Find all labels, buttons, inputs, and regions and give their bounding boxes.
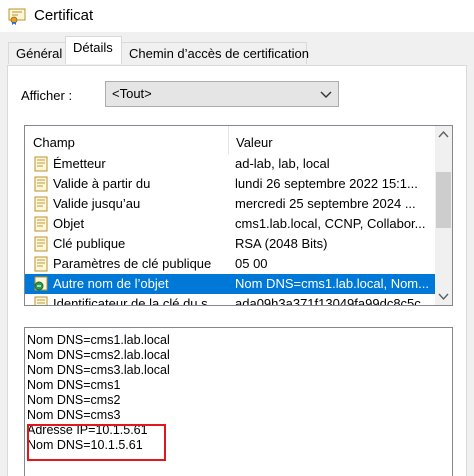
show-label: Afficher :: [21, 88, 73, 103]
row-value: Nom DNS=cms1.lab.local, Nom...: [235, 276, 429, 291]
row-value: RSA (2048 Bits): [235, 236, 328, 251]
scroll-down-icon[interactable]: [435, 288, 452, 305]
row-field: Objet: [53, 216, 85, 231]
row-value: cms1.lab.local, CCNP, Collabor...: [235, 216, 426, 231]
tab-details-label: Détails: [73, 40, 113, 55]
list-row[interactable]: Autre nom de l’objet Nom DNS=cms1.lab.loc…: [25, 274, 435, 294]
list-header: Champ Valeur: [25, 126, 435, 154]
extension-icon: [34, 276, 48, 291]
detail-line: Nom DNS=cms3.lab.local: [27, 363, 170, 377]
detail-line: Nom DNS=cms3: [27, 408, 121, 422]
tab-certification-path-label: Chemin d’accès de certification: [129, 46, 309, 61]
show-select-value: <Tout>: [112, 86, 152, 101]
scroll-up-icon[interactable]: [435, 126, 452, 143]
list-row[interactable]: Émetteur ad-lab, lab, local: [25, 154, 435, 174]
list-row[interactable]: Clé publique RSA (2048 Bits): [25, 234, 435, 254]
row-value: 05 00: [235, 256, 268, 271]
window-title: Certificat: [34, 7, 94, 24]
details-panel: Afficher : <Tout> Champ Valeur Émetteur a…: [7, 65, 467, 476]
list-row[interactable]: Identificateur de la clé du s... ada09h3a…: [25, 294, 435, 306]
scroll-thumb[interactable]: [436, 172, 451, 228]
detail-line: Nom DNS=cms1.lab.local: [27, 333, 170, 347]
chevron-down-icon: [320, 91, 332, 98]
tab-certification-path[interactable]: Chemin d’accès de certification: [121, 42, 309, 64]
show-select[interactable]: <Tout>: [105, 81, 339, 107]
tab-details[interactable]: Détails: [65, 36, 122, 64]
row-field: Émetteur: [53, 156, 106, 171]
row-value: mercredi 25 septembre 2024 ...: [235, 196, 416, 211]
title-bar: Certificat: [0, 0, 474, 32]
certificate-field-icon: [34, 296, 48, 305]
row-field: Identificateur de la clé du s...: [53, 296, 219, 306]
tab-strip: Général Détails Chemin d’accès de certif…: [0, 32, 474, 66]
certificate-field-icon: [34, 156, 48, 172]
detail-line: Nom DNS=cms2: [27, 393, 121, 407]
detail-line: Nom DNS=cms1: [27, 378, 121, 392]
certificate-field-icon: [34, 196, 48, 212]
list-row[interactable]: Objet cms1.lab.local, CCNP, Collabor...: [25, 214, 435, 234]
list-row[interactable]: Valide à partir du lundi 26 septembre 202…: [25, 174, 435, 194]
certificate-field-icon: [34, 176, 48, 192]
row-field: Valide à partir du: [53, 176, 151, 191]
row-field: Paramètres de clé publique: [53, 256, 212, 271]
column-header-value[interactable]: Valeur: [236, 135, 273, 150]
row-value: ada09h3a371f13049fa99dc8c5c...: [235, 296, 432, 306]
field-detail-text[interactable]: Nom DNS=cms1.lab.local Nom DNS=cms2.lab.l…: [24, 327, 453, 476]
row-value: ad-lab, lab, local: [235, 156, 330, 171]
certificate-field-icon: [34, 236, 48, 252]
column-separator[interactable]: [228, 126, 229, 154]
field-list[interactable]: Champ Valeur Émetteur ad-lab, lab, local V…: [24, 125, 453, 306]
list-rows: Émetteur ad-lab, lab, local Valide à parti…: [25, 154, 435, 306]
detail-line: Nom DNS=cms2.lab.local: [27, 348, 170, 362]
highlight-box: [27, 424, 166, 461]
certificate-field-icon: [34, 256, 48, 272]
list-scrollbar[interactable]: [435, 126, 452, 305]
certificate-field-icon: [34, 216, 48, 232]
list-row[interactable]: Paramètres de clé publique 05 00: [25, 254, 435, 274]
column-header-field[interactable]: Champ: [33, 135, 75, 150]
certificate-icon: [8, 8, 26, 25]
row-field: Valide jusqu’au: [53, 196, 141, 211]
row-value: lundi 26 septembre 2022 15:1...: [235, 176, 418, 191]
list-row[interactable]: Valide jusqu’au mercredi 25 septembre 202…: [25, 194, 435, 214]
tab-general[interactable]: Général: [8, 42, 66, 64]
row-field: Clé publique: [53, 236, 126, 251]
tab-general-label: Général: [16, 46, 63, 61]
row-field: Autre nom de l’objet: [53, 276, 169, 291]
